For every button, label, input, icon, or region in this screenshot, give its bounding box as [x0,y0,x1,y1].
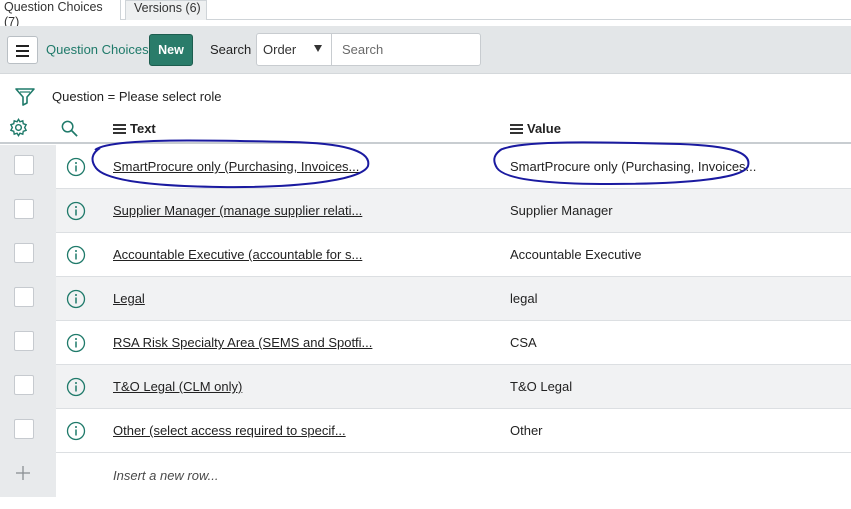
row-text-link[interactable]: Supplier Manager (manage supplier relati… [113,203,362,218]
row-checkbox[interactable] [14,375,34,395]
search-field-value: Order [263,42,297,57]
info-icon[interactable] [66,333,86,353]
table-row: T&O Legal (CLM only) T&O Legal [0,365,851,409]
row-checkbox[interactable] [14,331,34,351]
row-text-link[interactable]: T&O Legal (CLM only) [113,379,242,394]
tab-versions[interactable]: Versions (6) [125,0,207,20]
row-text-link[interactable]: SmartProcure only (Purchasing, Invoices.… [113,159,359,174]
search-input[interactable] [331,33,481,66]
info-icon[interactable] [66,377,86,397]
new-button[interactable]: New [149,34,193,66]
table-row: Other (select access required to specif.… [0,409,851,453]
table-header: Text Value [0,113,851,144]
gear-icon[interactable] [9,118,28,137]
list-menu-button[interactable] [7,36,38,64]
row-value: SmartProcure only (Purchasing, Invoices.… [510,159,757,174]
row-value: Other [510,423,543,438]
column-menu-icon[interactable] [510,124,523,134]
insert-row[interactable]: Insert a new row... [0,453,851,497]
column-header-text[interactable]: Text [113,121,156,136]
search-icon[interactable] [60,119,79,138]
row-text-link[interactable]: Other (select access required to specif.… [113,423,346,438]
row-checkbox[interactable] [14,199,34,219]
insert-row-label[interactable]: Insert a new row... [113,468,219,483]
row-text-link[interactable]: RSA Risk Specialty Area (SEMS and Spotfi… [113,335,372,350]
row-value: Accountable Executive [510,247,642,262]
row-value: CSA [510,335,537,350]
table-row: Supplier Manager (manage supplier relati… [0,189,851,233]
search-label: Search [210,42,252,57]
info-icon[interactable] [66,245,86,265]
info-icon[interactable] [66,201,86,221]
caret-down-icon [314,45,322,52]
search-field-select[interactable]: Order [256,33,332,66]
row-text-link[interactable]: Legal [113,291,145,306]
table-row: RSA Risk Specialty Area (SEMS and Spotfi… [0,321,851,365]
related-list-tabs: Question Choices (7) Versions (6) [0,0,851,29]
row-text-link[interactable]: Accountable Executive (accountable for s… [113,247,362,262]
row-checkbox[interactable] [14,243,34,263]
list-toolbar: Question Choices New Search Order [0,26,851,74]
tab-question-choices[interactable]: Question Choices (7) [0,0,121,29]
column-header-value[interactable]: Value [510,121,561,136]
row-value: Supplier Manager [510,203,613,218]
list-title[interactable]: Question Choices [46,42,149,57]
hamburger-icon [16,45,29,47]
row-checkbox[interactable] [14,287,34,307]
row-checkbox[interactable] [14,419,34,439]
plus-icon[interactable] [15,465,31,481]
table-row: Accountable Executive (accountable for s… [0,233,851,277]
info-icon[interactable] [66,289,86,309]
row-value: T&O Legal [510,379,573,394]
filter-breadcrumb[interactable]: Question = Please select role [52,89,221,104]
row-value: legal [510,291,538,306]
table-row: Legal legal [0,277,851,321]
table-row: SmartProcure only (Purchasing, Invoices.… [0,145,851,189]
row-checkbox[interactable] [14,155,34,175]
column-menu-icon[interactable] [113,124,126,134]
info-icon[interactable] [66,421,86,441]
info-icon[interactable] [66,157,86,177]
funnel-icon[interactable] [14,85,36,107]
